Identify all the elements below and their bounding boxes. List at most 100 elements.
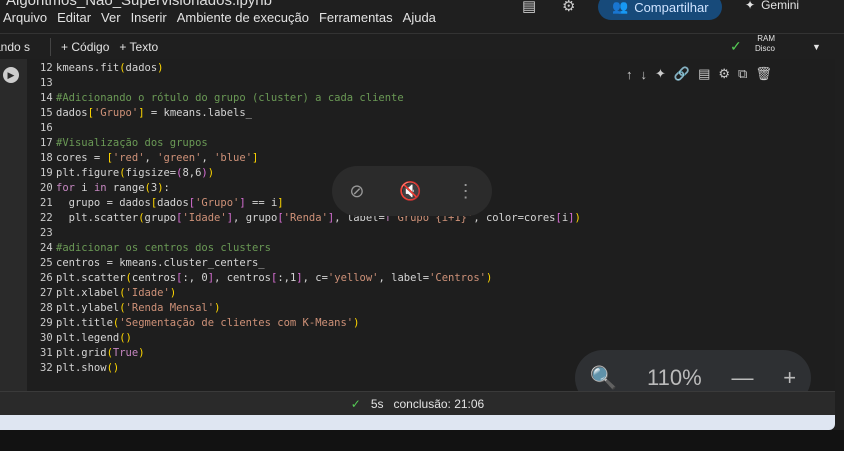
code-token: cores = — [56, 152, 107, 164]
code-token: () — [119, 332, 132, 344]
code-token: grupo — [144, 212, 177, 224]
comment-icon[interactable]: ▤ — [698, 66, 710, 82]
line-number: 20 — [40, 182, 53, 194]
zoom-out-button[interactable]: — — [731, 365, 753, 391]
gear-icon[interactable]: ⚙ — [562, 0, 575, 15]
gemini-button[interactable]: ✦ Gemini — [745, 0, 799, 12]
status-bar: ✓ 5s conclusão: 21:06 — [0, 391, 835, 415]
line-number: 13 — [40, 77, 53, 89]
code-token: 'yellow' — [327, 272, 379, 284]
code-token: dados — [157, 197, 189, 209]
zoom-in-button[interactable]: + — [783, 365, 796, 391]
code-token: , color=cores — [473, 212, 556, 224]
code-line: 20 for i in range(3): — [40, 181, 170, 196]
code-token: ] — [252, 152, 259, 164]
zoom-icon: 🔍 — [589, 365, 618, 390]
code-token: plt.figure — [56, 167, 120, 179]
sparkle-icon: ✦ — [745, 0, 756, 12]
line-number: 30 — [40, 332, 53, 344]
code-token: () — [106, 362, 120, 374]
code-line: 28 plt.ylabel('Renda Mensal') — [40, 301, 220, 316]
code-line: 32 plt.show() — [40, 361, 119, 376]
add-code-button[interactable]: + Código — [61, 40, 109, 54]
code-token: 'Idade' — [182, 212, 227, 224]
chevron-down-icon[interactable]: ▼ — [812, 42, 821, 52]
code-token: ) — [353, 317, 360, 329]
code-token: figsize= — [125, 167, 177, 179]
code-token: , c= — [302, 272, 328, 284]
line-number: 19 — [40, 167, 53, 179]
move-up-icon[interactable]: ↑ — [626, 67, 633, 82]
check-icon: ✓ — [350, 396, 361, 411]
code-editor[interactable]: 11kmeans = KMeans(n_clusters=3, random_s… — [27, 59, 835, 391]
code-token: 'Centros' — [429, 272, 486, 284]
code-token: plt.scatter — [56, 212, 139, 224]
unpin-icon[interactable]: ⊘ — [349, 181, 364, 202]
code-line: 26 plt.scatter(centros[:, 0], centros[:,1… — [40, 271, 492, 286]
line-number: 27 — [40, 287, 53, 299]
code-token: 'blue' — [214, 152, 253, 164]
line-number: 24 — [40, 242, 53, 254]
code-token: #Adicionando o rótulo do grupo (cluster)… — [56, 92, 404, 104]
code-token: grupo = dados — [56, 197, 151, 209]
code-token: ) — [574, 212, 581, 224]
code-token: plt.grid — [56, 347, 107, 359]
taskbar — [0, 415, 835, 430]
move-down-icon[interactable]: ↓ — [641, 67, 648, 82]
code-token: 'red' — [112, 152, 145, 164]
code-token: ) — [214, 302, 221, 314]
cell-gutter: ▶ — [0, 59, 27, 391]
notebook-toolbar: ando s + Código + Texto ✓ RAMDisco ▼ — [0, 33, 844, 59]
code-token: plt.xlabel — [56, 287, 120, 299]
line-number: 18 — [40, 152, 53, 164]
line-number: 16 — [40, 122, 53, 134]
code-line: 13 — [40, 76, 56, 91]
people-icon: 👥 — [612, 0, 629, 14]
line-number: 25 — [40, 257, 53, 269]
code-line: 23 — [40, 226, 56, 241]
code-token: == i — [245, 197, 278, 209]
link-icon[interactable]: 🔗 — [674, 66, 690, 82]
line-number: 17 — [40, 137, 53, 149]
code-token: centros = kmeans.cluster_centers_ — [56, 257, 265, 269]
mirror-icon[interactable]: ⧉ — [738, 66, 747, 82]
code-token: : — [163, 182, 170, 194]
run-cell-button[interactable]: ▶ — [3, 67, 19, 83]
line-number: 31 — [40, 347, 53, 359]
add-text-button[interactable]: + Texto — [119, 40, 158, 54]
code-line: 22 plt.scatter(grupo['Idade'], grupo['Re… — [40, 211, 581, 226]
code-token: 'Segmentação de clientes com K-Means' — [119, 317, 354, 329]
code-line: 21 grupo = dados[dados['Grupo'] == i] — [40, 196, 284, 211]
sparkle-icon[interactable]: ✦ — [655, 66, 666, 82]
run-duration: 5s — [370, 396, 384, 411]
zoom-level: 110% — [647, 365, 702, 390]
completion-time: conclusão: 21:06 — [393, 396, 485, 411]
code-line: 15 dados['Grupo'] = kmeans.labels_ — [40, 106, 252, 121]
code-line: 31 plt.grid(True) — [40, 346, 145, 361]
code-token: i — [74, 182, 94, 194]
mute-icon[interactable]: 🔇 — [399, 181, 421, 202]
gear-icon[interactable]: ⚙ — [718, 66, 730, 82]
code-token: , label= — [378, 272, 430, 284]
comments-icon[interactable]: ▤ — [522, 0, 536, 15]
code-line: 14 #Adicionando o rótulo do grupo (cluste… — [40, 91, 404, 106]
code-token: ) — [207, 167, 215, 179]
share-button[interactable]: 👥 Compartilhar — [598, 0, 722, 20]
code-token: centros — [131, 272, 177, 284]
more-vert-icon[interactable]: ⋮ — [457, 181, 475, 202]
code-token: plt.scatter — [56, 272, 126, 284]
code-line: 29 plt.title('Segmentação de clientes com… — [40, 316, 359, 331]
background — [0, 430, 844, 451]
code-token: 'Renda' — [283, 212, 328, 224]
code-token: :,1 — [277, 272, 297, 284]
resources-indicator[interactable]: RAM Disco — [755, 34, 775, 54]
trash-icon[interactable]: 🗑 — [755, 66, 772, 82]
line-number: 29 — [40, 317, 53, 329]
code-token: dados — [125, 62, 158, 74]
code-line: 27 plt.xlabel('Idade') — [40, 286, 176, 301]
line-number: 21 — [40, 197, 53, 209]
commands-button[interactable]: ando s — [0, 40, 30, 54]
line-number: 12 — [40, 62, 53, 74]
cell-toolbar: ↑ ↓ ✦ 🔗 ▤ ⚙ ⧉ 🗑 — [620, 62, 828, 86]
code-token: for — [56, 182, 75, 194]
